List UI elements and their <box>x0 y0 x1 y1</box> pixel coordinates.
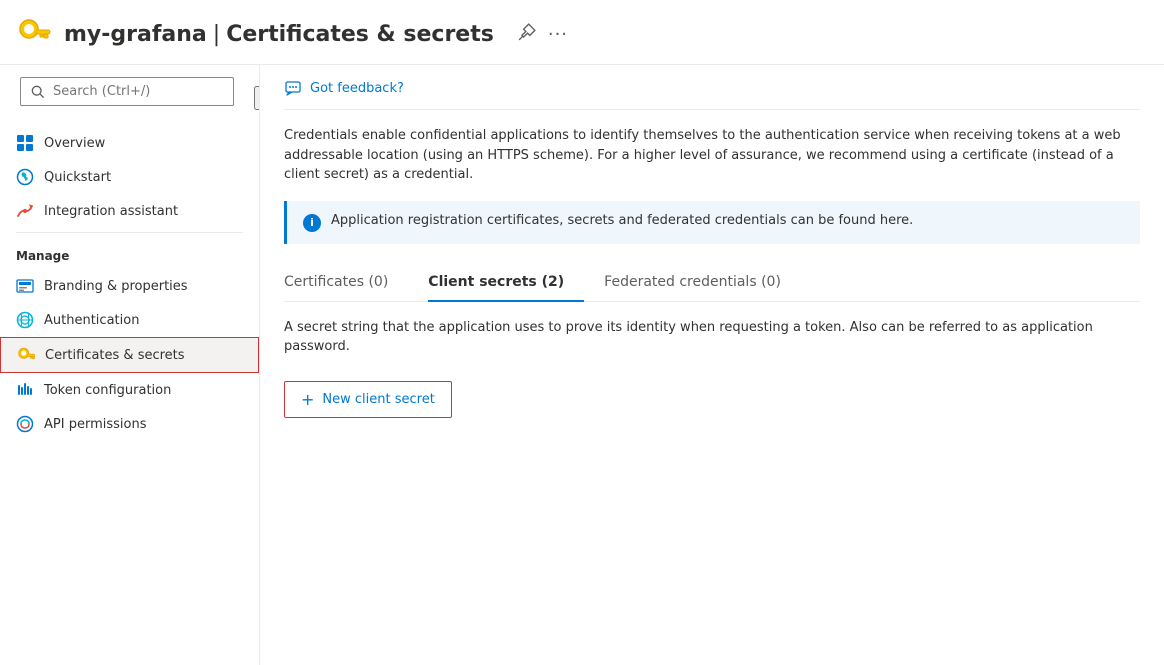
overview-icon <box>16 134 34 152</box>
title-separator: | <box>213 22 220 47</box>
certificates-key-icon <box>17 346 35 364</box>
feedback-label: Got feedback? <box>310 81 404 96</box>
integration-icon <box>16 202 34 220</box>
app-name: my-grafana <box>64 22 207 47</box>
plus-icon: + <box>301 390 314 409</box>
sidebar-item-overview-label: Overview <box>44 136 105 151</box>
main-layout: « Overview Quickstart <box>0 65 1164 665</box>
new-secret-label: New client secret <box>322 392 434 407</box>
feedback-icon <box>284 79 302 97</box>
info-text: Application registration certificates, s… <box>331 213 913 228</box>
tabs-container: Certificates (0) Client secrets (2) Fede… <box>284 264 1140 302</box>
page-header: my-grafana | Certificates & secrets ··· <box>0 0 1164 65</box>
sidebar-item-integration[interactable]: Integration assistant <box>0 194 259 228</box>
api-icon <box>16 415 34 433</box>
key-icon <box>16 16 52 52</box>
sidebar-item-api-label: API permissions <box>44 417 146 432</box>
sidebar-item-branding[interactable]: Branding & properties <box>0 269 259 303</box>
sidebar-item-integration-label: Integration assistant <box>44 204 178 219</box>
sidebar-item-authentication[interactable]: Authentication <box>0 303 259 337</box>
description-text: Credentials enable confidential applicat… <box>284 126 1140 185</box>
search-box[interactable] <box>20 77 234 106</box>
tab-description: A secret string that the application use… <box>284 318 1140 357</box>
header-title: my-grafana | Certificates & secrets <box>64 22 494 47</box>
tab-client-secrets[interactable]: Client secrets (2) <box>428 264 584 302</box>
content-area: Got feedback? Credentials enable confide… <box>260 65 1164 665</box>
tab-certificates[interactable]: Certificates (0) <box>284 264 408 302</box>
authentication-icon <box>16 311 34 329</box>
more-options-icon[interactable]: ··· <box>548 24 568 45</box>
feedback-bar[interactable]: Got feedback? <box>284 65 1140 110</box>
pin-icon[interactable] <box>518 23 536 45</box>
sidebar-item-branding-label: Branding & properties <box>44 279 188 294</box>
header-actions: ··· <box>518 23 568 45</box>
sidebar-item-certificates-label: Certificates & secrets <box>45 348 185 363</box>
search-icon <box>31 85 45 99</box>
sidebar-item-api[interactable]: API permissions <box>0 407 259 441</box>
info-icon: i <box>303 214 321 232</box>
sidebar-item-overview[interactable]: Overview <box>0 126 259 160</box>
sidebar-item-quickstart-label: Quickstart <box>44 170 111 185</box>
sidebar-divider <box>16 232 243 233</box>
info-banner: i Application registration certificates,… <box>284 201 1140 244</box>
sidebar-item-token-label: Token configuration <box>44 383 171 398</box>
page-title-text: Certificates & secrets <box>226 22 494 47</box>
sidebar-item-authentication-label: Authentication <box>44 313 139 328</box>
quickstart-icon <box>16 168 34 186</box>
sidebar: « Overview Quickstart <box>0 65 260 665</box>
sidebar-item-certificates[interactable]: Certificates & secrets <box>0 337 259 373</box>
tab-federated-credentials[interactable]: Federated credentials (0) <box>604 264 801 302</box>
new-client-secret-button[interactable]: + New client secret <box>284 381 452 418</box>
branding-icon <box>16 277 34 295</box>
sidebar-item-token[interactable]: Token configuration <box>0 373 259 407</box>
manage-section-label: Manage <box>0 237 259 269</box>
search-input[interactable] <box>53 84 223 99</box>
sidebar-item-quickstart[interactable]: Quickstart <box>0 160 259 194</box>
token-icon <box>16 381 34 399</box>
